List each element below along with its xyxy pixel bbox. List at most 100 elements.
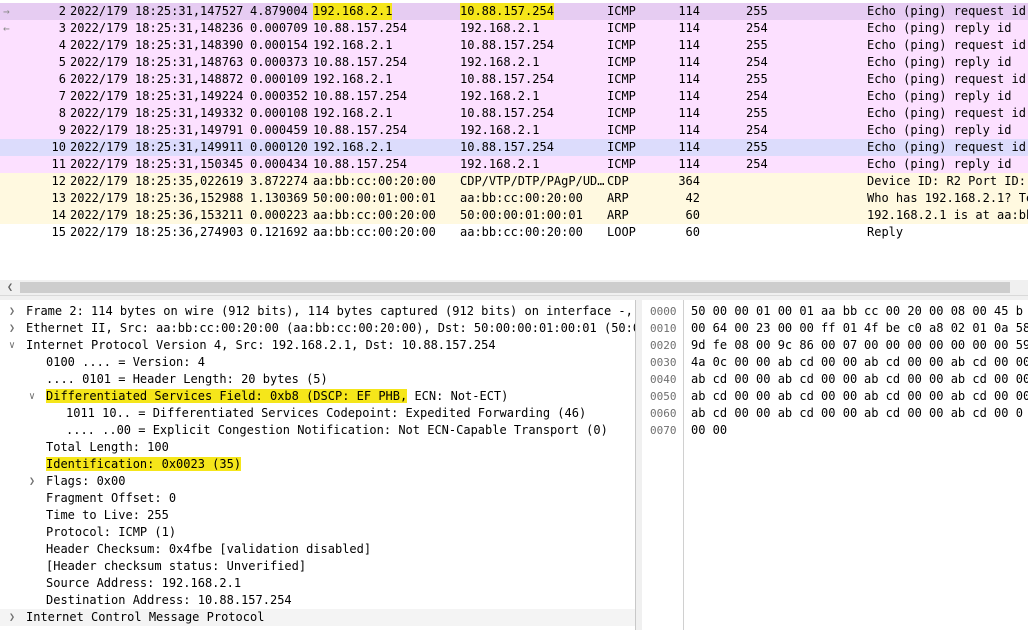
chevron-right-icon[interactable]: ❯: [6, 303, 18, 320]
hex-row[interactable]: ab cd 00 00 ab cd 00 00 ab cd 00 00 ab cd…: [642, 405, 1028, 422]
chevron-right-icon[interactable]: ❯: [6, 609, 18, 626]
hex-row[interactable]: 00 64 00 23 00 00 ff 01 4f be c0 a8 02 01…: [642, 320, 1028, 337]
chevron-down-icon[interactable]: ∨: [6, 337, 18, 354]
tree-item-checksum-status[interactable]: [Header checksum status: Unverified]: [0, 558, 635, 575]
packet-cell-time: 2022/179 18:25:31,147527: [70, 4, 244, 18]
hex-bytes-right[interactable]: ab cd 00 00 ab cd 00 0: [864, 405, 1023, 422]
tree-item-flags[interactable]: ❯ Flags: 0x00: [0, 473, 635, 490]
scroll-left-arrow-icon[interactable]: ❮: [4, 280, 16, 295]
hex-bytes-right[interactable]: ab cd 00 00 ab cd 00 00: [864, 354, 1028, 371]
packet-row[interactable]: 13 2022/179 18:25:36,152988 1.130369 50:00:…: [0, 190, 1028, 207]
tree-item-source[interactable]: Source Address: 192.168.2.1: [0, 575, 635, 592]
tree-item-identification[interactable]: Identification: 0x0023 (35): [0, 456, 635, 473]
packet-cell-delta: 0.000434: [250, 157, 308, 171]
tree-item-label: 1011 10.. = Differentiated Services Code…: [66, 406, 587, 420]
tree-item-icmp[interactable]: ❯ Internet Control Message Protocol: [0, 609, 635, 626]
tree-item-ecn[interactable]: .... ..00 = Explicit Congestion Notifica…: [0, 422, 635, 439]
packet-row[interactable]: 9 2022/179 18:25:31,149791 0.000459 10.88.1…: [0, 122, 1028, 139]
tree-item-version[interactable]: 0100 .... = Version: 4: [0, 354, 635, 371]
packet-cell-src: 192.168.2.1: [313, 3, 393, 20]
tree-item-ethernet[interactable]: ❯ Ethernet II, Src: aa:bb:cc:00:20:00 (a…: [0, 320, 635, 337]
tree-item-ttl[interactable]: Time to Live: 255: [0, 507, 635, 524]
chevron-right-icon[interactable]: ❯: [26, 473, 38, 490]
hex-row[interactable]: 9d fe 08 00 9c 86 00 07 00 00 00 00 00 00…: [642, 337, 1028, 354]
packet-cell-src: aa:bb:cc:00:20:00: [313, 225, 436, 239]
hex-bytes-right[interactable]: 00 00 00 00 00 00 00 59: [864, 337, 1028, 354]
packet-cell-src: 10.88.157.254: [313, 89, 407, 103]
tree-item-label: Protocol: ICMP (1): [46, 525, 177, 539]
packet-row[interactable]: 8 2022/179 18:25:31,149332 0.000108 192.168…: [0, 105, 1028, 122]
tree-item-checksum[interactable]: Header Checksum: 0x4fbe [validation disa…: [0, 541, 635, 558]
packet-cell-src: 192.168.2.1: [313, 38, 393, 52]
packet-cell-time: 2022/179 18:25:31,150345: [70, 157, 244, 171]
hex-row[interactable]: ab cd 00 00 ab cd 00 00 ab cd 00 00 ab cd…: [642, 371, 1028, 388]
hex-row[interactable]: 00 00: [642, 422, 1028, 439]
packet-row[interactable]: 6 2022/179 18:25:31,148872 0.000109 192.168…: [0, 71, 1028, 88]
tree-item-dsfield[interactable]: ∨ Differentiated Services Field: 0xb8 (D…: [0, 388, 635, 405]
hex-bytes-left[interactable]: ab cd 00 00 ab cd 00 00: [691, 371, 857, 388]
hex-bytes-left[interactable]: 9d fe 08 00 9c 86 00 07: [691, 337, 857, 354]
packet-cell-dst: 192.168.2.1: [460, 89, 540, 103]
packet-cell-dst: CDP/VTP/DTP/PAgP/UD…: [460, 174, 605, 188]
hex-bytes-right[interactable]: ab cd 00 00 ab cd 00 00: [864, 371, 1028, 388]
packet-cell-len: 114: [678, 38, 700, 52]
hex-bytes-right[interactable]: ab cd 00 00 ab cd 00 00: [864, 388, 1028, 405]
packet-cell-proto: ICMP: [607, 38, 636, 52]
packet-row[interactable]: → 2 2022/179 18:25:31,147527 4.879004 192.16…: [0, 3, 1028, 20]
packet-row[interactable]: 12 2022/179 18:25:35,022619 3.872274 aa:bb:…: [0, 173, 1028, 190]
packet-row[interactable]: ← 3 2022/179 18:25:31,148236 0.000709 10.88.…: [0, 20, 1028, 37]
packet-cell-proto: ARP: [607, 191, 629, 205]
tree-item-label: Flags: 0x00: [46, 474, 126, 488]
tree-item-header-length[interactable]: .... 0101 = Header Length: 20 bytes (5): [0, 371, 635, 388]
packet-cell-no: 10: [51, 140, 66, 154]
hex-bytes-left[interactable]: 00 64 00 23 00 00 ff 01: [691, 320, 857, 337]
hex-row[interactable]: 50 00 00 01 00 01 aa bb cc 00 20 00 08 00…: [642, 303, 1028, 320]
hex-bytes-left[interactable]: 00 00: [691, 422, 727, 439]
tree-item-destination[interactable]: Destination Address: 10.88.157.254: [0, 592, 635, 609]
packet-cell-dst: aa:bb:cc:00:20:00: [460, 191, 583, 205]
hex-row[interactable]: ab cd 00 00 ab cd 00 00 ab cd 00 00 ab cd…: [642, 388, 1028, 405]
packet-row[interactable]: 4 2022/179 18:25:31,148390 0.000154 192.168…: [0, 37, 1028, 54]
packet-cell-no: 5: [58, 55, 66, 69]
packet-row[interactable]: 7 2022/179 18:25:31,149224 0.000352 10.88.1…: [0, 88, 1028, 105]
packet-cell-delta: 0.000373: [250, 55, 308, 69]
tree-item-fragment-offset[interactable]: Fragment Offset: 0: [0, 490, 635, 507]
hex-bytes-right[interactable]: cc 00 20 00 08 00 45 b: [864, 303, 1023, 320]
packet-cell-time: 2022/179 18:25:36,152988: [70, 191, 244, 205]
hex-bytes-left[interactable]: ab cd 00 00 ab cd 00 00: [691, 405, 857, 422]
scrollbar-thumb[interactable]: [20, 282, 1010, 293]
packet-cell-no: 15: [51, 225, 66, 239]
packet-row[interactable]: 14 2022/179 18:25:36,153211 0.000223 aa:bb:…: [0, 207, 1028, 224]
packet-row[interactable]: 11 2022/179 18:25:31,150345 0.000434 10.88.…: [0, 156, 1028, 173]
tree-item-protocol[interactable]: Protocol: ICMP (1): [0, 524, 635, 541]
packet-cell-len: 114: [678, 55, 700, 69]
tree-item-label: Time to Live: 255: [46, 508, 169, 522]
packet-row[interactable]: 10 2022/179 18:25:31,149911 0.000120 192.16…: [0, 139, 1028, 156]
hex-bytes-left[interactable]: 4a 0c 00 00 ab cd 00 00: [691, 354, 857, 371]
chevron-down-icon[interactable]: ∨: [26, 388, 38, 405]
hex-row[interactable]: 4a 0c 00 00 ab cd 00 00 ab cd 00 00 ab cd…: [642, 354, 1028, 371]
packet-cell-no: 3: [58, 21, 66, 35]
tree-item-frame[interactable]: ❯ Frame 2: 114 bytes on wire (912 bits),…: [0, 303, 635, 320]
packet-cell-time: 2022/179 18:25:35,022619: [70, 174, 244, 188]
packet-row[interactable]: 5 2022/179 18:25:31,148763 0.000373 10.88.1…: [0, 54, 1028, 71]
tree-item-label: [Header checksum status: Unverified]: [46, 559, 307, 573]
hex-bytes-left[interactable]: ab cd 00 00 ab cd 00 00: [691, 388, 857, 405]
tree-item-ipv4[interactable]: ∨ Internet Protocol Version 4, Src: 192.…: [0, 337, 635, 354]
packet-cell-info: Echo (ping) request id: [867, 106, 1026, 120]
packet-list[interactable]: → 2 2022/179 18:25:31,147527 4.879004 192.16…: [0, 0, 1028, 280]
response-arrow-icon: ←: [3, 22, 10, 35]
packet-bytes-pane[interactable]: 0000 0010 0020 0030 0040 0050 0060 0070 50 00 0…: [642, 300, 1028, 630]
packet-cell-info: Echo (ping) reply id: [867, 55, 1012, 69]
hex-bytes-left[interactable]: 50 00 00 01 00 01 aa bb: [691, 303, 857, 320]
tree-item-dscp[interactable]: 1011 10.. = Differentiated Services Code…: [0, 405, 635, 422]
chevron-right-icon[interactable]: ❯: [6, 320, 18, 337]
packet-row[interactable]: 15 2022/179 18:25:36,274903 0.121692 aa:bb:…: [0, 224, 1028, 241]
packet-cell-proto: ICMP: [607, 55, 636, 69]
tree-item-total-length[interactable]: Total Length: 100: [0, 439, 635, 456]
hex-bytes-right[interactable]: 4f be c0 a8 02 01 0a 58: [864, 320, 1028, 337]
packet-cell-delta: 0.000108: [250, 106, 308, 120]
packet-details-tree[interactable]: ❯ Frame 2: 114 bytes on wire (912 bits),…: [0, 300, 636, 630]
packet-cell-info: Echo (ping) request id: [867, 72, 1026, 86]
packet-list-horizontal-scrollbar[interactable]: ❮: [0, 280, 1028, 295]
